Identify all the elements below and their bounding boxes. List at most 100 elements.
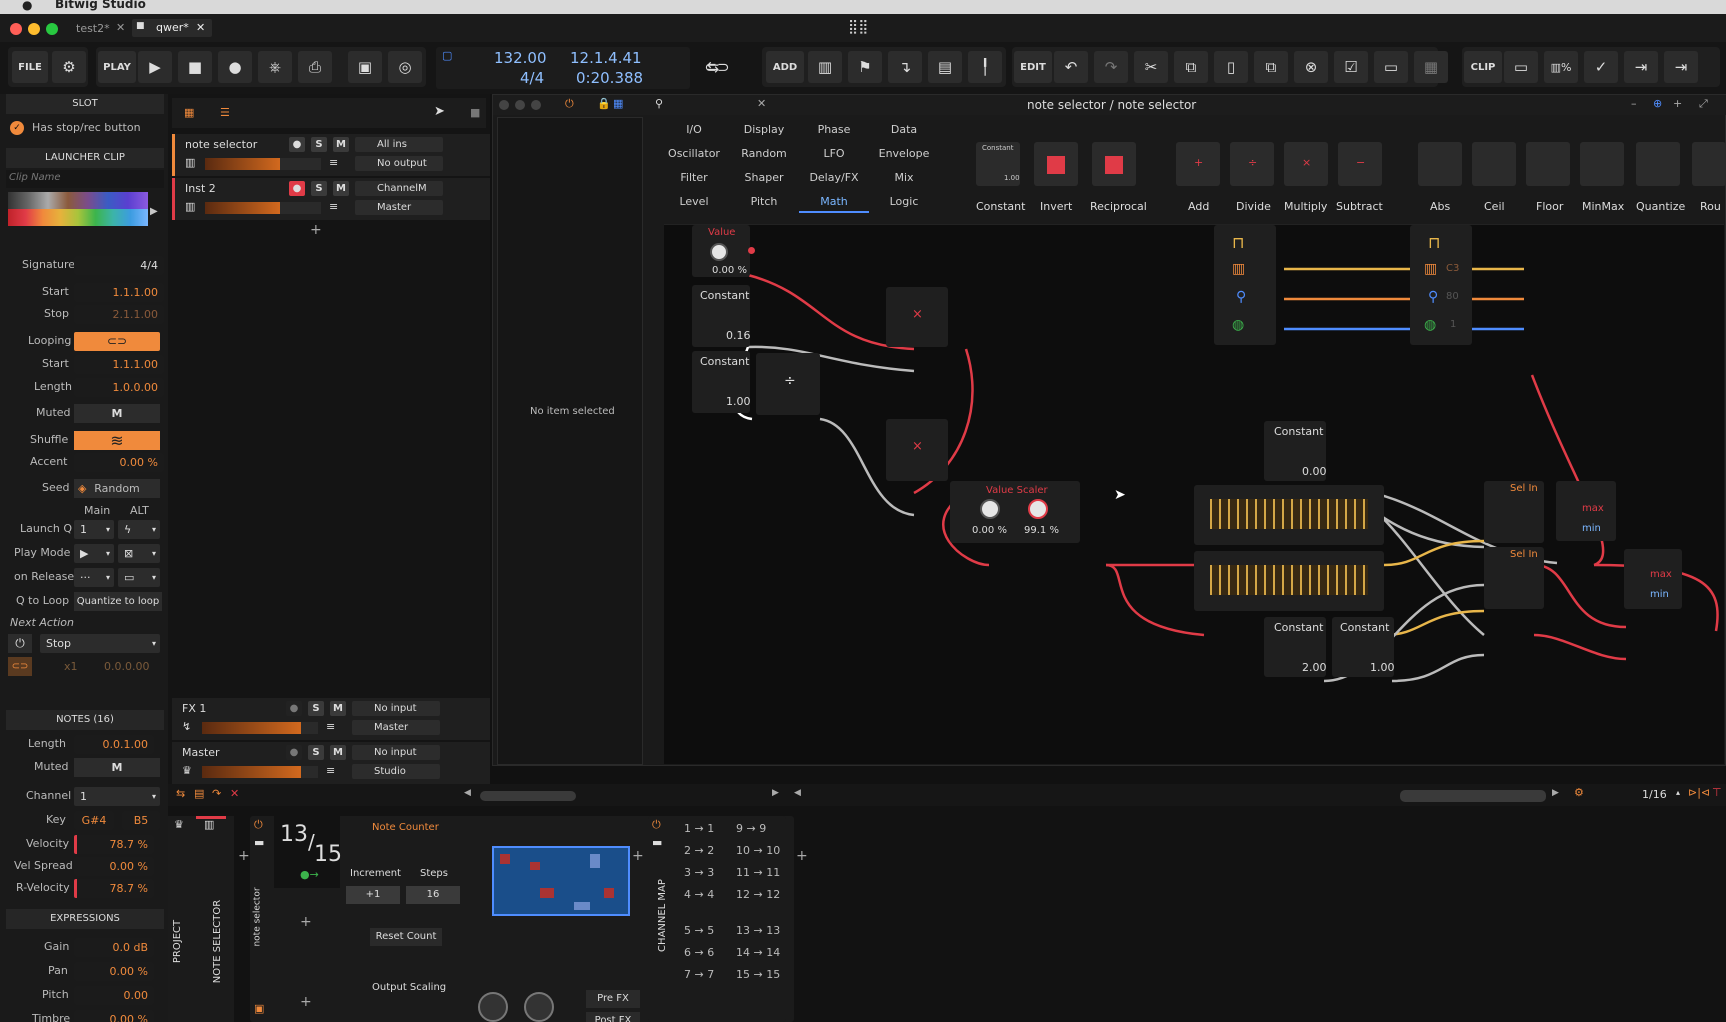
stop-field[interactable]: 2.1.1.00 bbox=[74, 305, 164, 324]
next-action-position[interactable]: 0.0.0.00 bbox=[104, 660, 149, 673]
add-device-icon[interactable]: + bbox=[632, 848, 644, 864]
note-out-node[interactable]: ⊓ ▥ C3 ⚲ 80 ◍ 1 bbox=[1410, 225, 1472, 345]
position-value[interactable]: 12.1.4.41 bbox=[570, 49, 642, 67]
record-icon[interactable]: ● bbox=[218, 51, 252, 83]
redo-arrow-icon[interactable]: ↷ bbox=[212, 787, 221, 800]
constant-node-1[interactable]: Constant 0.16 bbox=[692, 285, 751, 347]
arranger-view-icon[interactable]: ☰ bbox=[220, 106, 230, 119]
increment-field[interactable]: +1 bbox=[346, 886, 400, 904]
arm-button[interactable]: ● bbox=[289, 137, 305, 152]
track-output-select[interactable]: Master bbox=[352, 720, 440, 735]
category-io[interactable]: I/O bbox=[659, 123, 729, 136]
playmode-select[interactable]: ▶ ▾ bbox=[74, 544, 114, 563]
stop-all-icon[interactable]: ■ bbox=[470, 106, 480, 119]
project-vertical-label[interactable]: PROJECT bbox=[172, 920, 183, 963]
next-action-select[interactable]: Stop ▾ bbox=[40, 634, 160, 653]
channel-map-row[interactable]: 13 → 13 bbox=[736, 924, 780, 937]
metronome-icon[interactable]: ◎ bbox=[388, 51, 422, 83]
mute-button[interactable]: M bbox=[330, 745, 346, 760]
onrelease-select[interactable]: ··· ▾ bbox=[74, 568, 114, 587]
channel-map-device[interactable]: ⏻ ▬ CHANNEL MAP 1 → 1 2 → 2 3 → 3 4 → 4 5 → … bbox=[648, 816, 786, 1022]
track-menu-icon[interactable]: ≡ bbox=[326, 720, 335, 733]
reset-count-button[interactable]: Reset Count bbox=[370, 928, 442, 946]
edit-button[interactable]: EDIT bbox=[1014, 51, 1052, 83]
track-fx-1[interactable]: FX 1 ● S M No input ↯ ≡ Master bbox=[172, 698, 490, 740]
quantize-dropdown-icon[interactable]: ▴ bbox=[1676, 788, 1680, 797]
constant-node-2[interactable]: Constant 1.00 bbox=[692, 351, 751, 413]
channel-map-row[interactable]: 1 → 1 bbox=[684, 822, 714, 835]
lock-icon[interactable]: 🔒 bbox=[597, 97, 611, 110]
post-fx-button[interactable]: Post FX bbox=[586, 1012, 640, 1022]
add-device-icon[interactable]: + bbox=[796, 848, 808, 864]
time-value[interactable]: 0:20.388 bbox=[576, 69, 643, 87]
redo-icon[interactable]: ↷ bbox=[1094, 51, 1128, 83]
grid-view-icon[interactable]: ▦ bbox=[613, 97, 623, 110]
next-action-power-icon[interactable]: ⏻ bbox=[8, 634, 32, 653]
channel-map-row[interactable]: 2 → 2 bbox=[684, 844, 714, 857]
close-tab-icon[interactable]: ✕ bbox=[116, 21, 125, 34]
loop-start-field[interactable]: 1.1.1.00 bbox=[74, 355, 164, 374]
track-volume-meter[interactable] bbox=[202, 722, 318, 734]
grid-preview[interactable] bbox=[492, 846, 630, 916]
playmode-alt-select[interactable]: ⊠ ▾ bbox=[118, 544, 160, 563]
grid-menu-icon[interactable]: ⣿⣿ bbox=[848, 19, 869, 35]
tempo-value[interactable]: 132.00 bbox=[494, 49, 547, 67]
rvel-field[interactable]: 78.7 % bbox=[74, 879, 154, 898]
scaler-max-knob[interactable] bbox=[1028, 499, 1048, 519]
loop-toggle-icon[interactable]: ▢ bbox=[442, 49, 452, 62]
channel-map-row[interactable]: 11 → 11 bbox=[736, 866, 780, 879]
zoom-window-button[interactable] bbox=[46, 23, 58, 35]
accent-field[interactable]: 0.00 % bbox=[74, 453, 164, 472]
track-menu-icon[interactable]: ≡ bbox=[329, 200, 338, 213]
device-power-icon[interactable]: ⏻ bbox=[565, 97, 574, 111]
category-level[interactable]: Level bbox=[659, 195, 729, 208]
category-logic[interactable]: Logic bbox=[869, 195, 939, 208]
apple-icon[interactable]: ● bbox=[22, 0, 32, 12]
scroll-left-icon[interactable]: ◀ bbox=[794, 788, 801, 798]
clip-button[interactable]: CLIP bbox=[1464, 51, 1502, 83]
key-low-field[interactable]: G#4 bbox=[74, 811, 114, 830]
array-2-steps[interactable] bbox=[1210, 565, 1368, 595]
minmax-node-1[interactable]: max min bbox=[1556, 481, 1616, 541]
notes-muted-button[interactable]: M bbox=[74, 758, 160, 777]
mute-button[interactable]: M bbox=[333, 181, 349, 196]
qloop-button[interactable]: Quantize to loop bbox=[74, 592, 162, 611]
pointer-tool-icon[interactable]: ➤ bbox=[434, 104, 445, 119]
pre-fx-button[interactable]: Pre FX bbox=[586, 990, 640, 1008]
clear-icon[interactable]: ✕ bbox=[230, 787, 239, 800]
muted-button[interactable]: M bbox=[74, 404, 160, 423]
multiply-node-1[interactable]: × bbox=[886, 287, 948, 347]
clip-check-icon[interactable]: ✓ bbox=[1584, 51, 1618, 83]
channel-map-row[interactable]: 3 → 3 bbox=[684, 866, 714, 879]
channel-select[interactable]: 1 ▾ bbox=[74, 787, 160, 806]
channel-map-row[interactable]: 10 → 10 bbox=[736, 844, 780, 857]
looping-toggle[interactable]: ⊂⊃ bbox=[74, 332, 160, 351]
palette-next-icon[interactable]: ▶ bbox=[150, 206, 158, 217]
track-volume-meter[interactable] bbox=[205, 202, 321, 214]
copy-icon[interactable]: ⧉ bbox=[1174, 51, 1208, 83]
category-filter[interactable]: Filter bbox=[659, 171, 729, 184]
close-search-icon[interactable]: ✕ bbox=[757, 97, 766, 110]
add-track-icon[interactable]: + bbox=[310, 222, 322, 238]
scroll-left-icon[interactable]: ◀ bbox=[464, 788, 471, 798]
overdub-icon[interactable]: ▣ bbox=[348, 51, 382, 83]
length-field[interactable]: 1.0.0.00 bbox=[74, 378, 164, 397]
minimize-icon[interactable]: – bbox=[1631, 97, 1637, 110]
add-flag-icon[interactable]: ⚑ bbox=[848, 51, 882, 83]
mute-button[interactable]: M bbox=[330, 701, 346, 716]
scroll-right-icon[interactable]: ▶ bbox=[1552, 788, 1559, 798]
scroll-right-icon[interactable]: ▶ bbox=[772, 788, 779, 798]
array-node-2[interactable] bbox=[1194, 551, 1384, 611]
color-palette[interactable] bbox=[8, 192, 148, 226]
add-device-icon[interactable]: + bbox=[238, 848, 250, 864]
output-knob-2[interactable] bbox=[524, 992, 554, 1022]
category-shaper[interactable]: Shaper bbox=[729, 171, 799, 184]
constant-value[interactable]: 0.16 bbox=[726, 329, 751, 342]
velocity-field[interactable]: 78.7 % bbox=[74, 835, 154, 854]
pitch-field[interactable]: 0.00 bbox=[74, 986, 154, 1005]
constant-value[interactable]: 0.00 bbox=[1302, 465, 1327, 478]
channel-map-row[interactable]: 6 → 6 bbox=[684, 946, 714, 959]
grid-icon[interactable]: ▦ bbox=[1414, 51, 1448, 83]
solo-button[interactable]: S bbox=[311, 181, 327, 196]
array-node-1[interactable] bbox=[1194, 485, 1384, 545]
